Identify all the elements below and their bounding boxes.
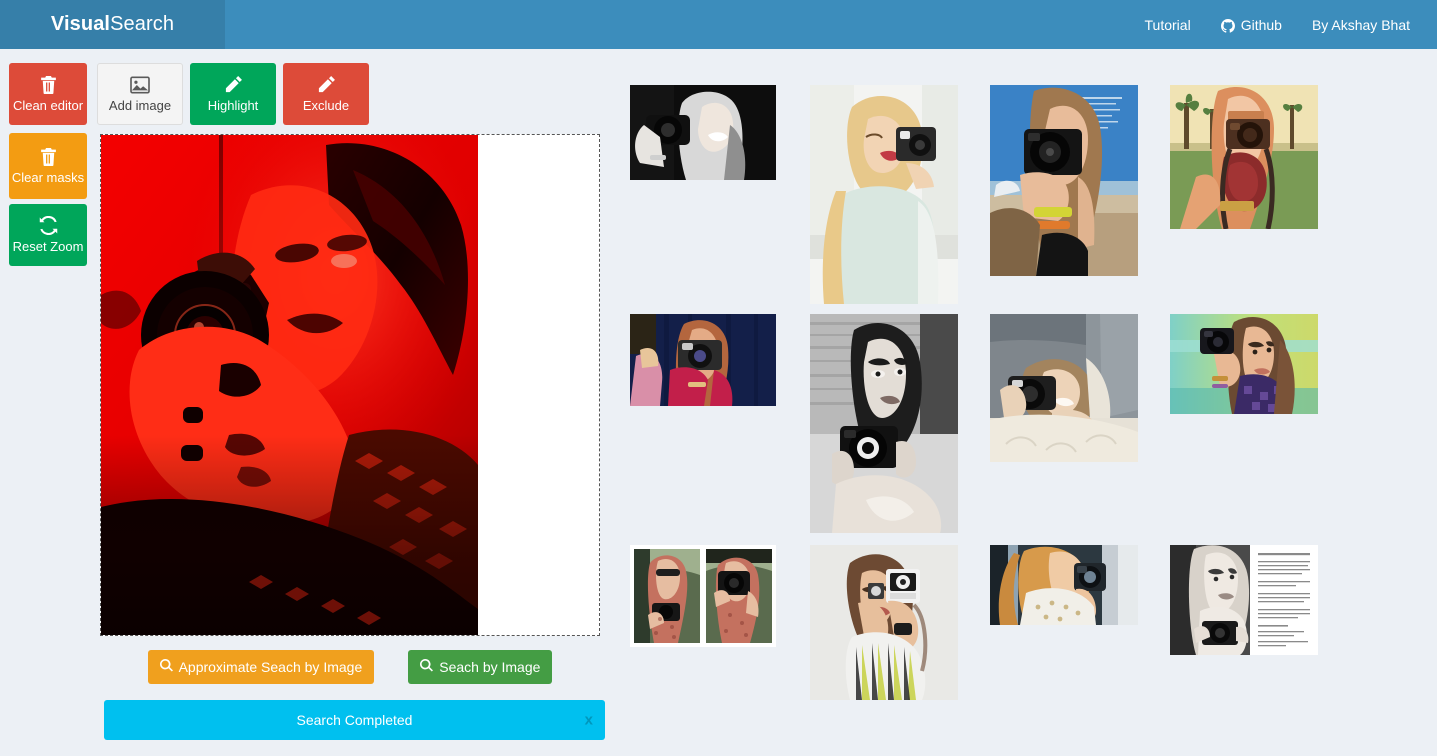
search-icon [420,657,434,677]
results-column [620,85,800,304]
exclude-label: Exclude [302,98,350,113]
result-thumbnail-bw-portrait-woman-with-camera[interactable] [810,314,958,533]
approximate-search-button[interactable]: Approximate Seach by Image [147,650,375,684]
search-actions: Approximate Seach by Image Seach by Imag… [100,650,600,684]
nav-link-tutorial-label: Tutorial [1144,16,1191,33]
result-thumbnail-woman-lying-on-bed-with-camera[interactable] [990,314,1138,462]
masked-photo-graphic [101,135,478,635]
nav-link-github-label: Github [1240,16,1282,33]
brand-text: VisualSearch [51,13,174,36]
nav-link-author-label: By Akshay Bhat [1311,16,1410,33]
result-thumbnail-palm-trees-woman-red-camera-bag[interactable] [1170,85,1318,229]
status-alert: Search Completed x [104,700,605,740]
results-column [1160,85,1340,304]
result-thumbnail-blonde-woman-instant-camera[interactable] [810,85,958,304]
pencil-icon [317,75,336,94]
trash-icon [40,75,57,94]
picture-icon [130,76,150,94]
github-icon [1220,18,1235,33]
refresh-icon [39,215,58,236]
brand-light: Search [110,13,175,35]
result-thumbnail-diptych-woman-in-car-with-camera[interactable] [630,545,776,647]
result-thumbnail-bw-magazine-page-woman-camera[interactable] [1170,545,1318,655]
clear-masks-button[interactable]: Clear masks [9,133,87,199]
clean-editor-button[interactable]: Clean editor [9,63,87,125]
top-navbar: VisualSearch Tutorial Github By Akshay B… [0,0,1437,49]
nav-link-tutorial[interactable]: Tutorial [1130,0,1206,50]
clean-editor-label: Clean editor [12,97,84,113]
reset-zoom-label: Reset Zoom [12,239,84,254]
results-row [620,533,1437,700]
results-column [800,304,980,533]
results-column [800,85,980,304]
search-by-image-button[interactable]: Seach by Image [408,650,553,684]
results-column [980,533,1160,700]
search-by-image-label: Seach by Image [439,659,541,675]
clear-masks-label: Clear masks [11,169,85,185]
highlight-label: Highlight [207,98,259,113]
brand-bold: Visual [50,13,111,35]
search-icon [159,657,173,677]
results-column [1160,304,1340,533]
result-thumbnail-beach-woman-black-camera[interactable] [990,85,1138,276]
approximate-search-label: Approximate Seach by Image [178,659,363,675]
results-column [980,304,1160,533]
nav-link-author[interactable]: By Akshay Bhat [1297,0,1425,50]
search-results-grid [620,49,1437,756]
add-image-button[interactable]: Add image [97,63,183,125]
results-row [620,85,1437,304]
results-column [1160,533,1340,700]
results-row [620,304,1437,533]
highlight-button[interactable]: Highlight [190,63,276,125]
results-column [980,85,1160,304]
exclude-button[interactable]: Exclude [283,63,369,125]
editor-panel: Clean editor Add image Highlight Exclude… [0,49,620,756]
nav-links: Tutorial Github By Akshay Bhat [1130,0,1437,49]
close-icon[interactable]: x [585,712,593,729]
result-thumbnail-bw-smiling-woman-with-dslr[interactable] [630,85,776,180]
nav-link-github[interactable]: Github [1206,0,1297,50]
brand-logo[interactable]: VisualSearch [0,0,225,49]
results-column [620,304,800,533]
reset-zoom-button[interactable]: Reset Zoom [9,204,87,266]
image-editor-canvas[interactable] [100,134,600,636]
trash-icon [40,147,57,166]
results-column [620,533,800,700]
result-thumbnail-woman-striped-dress-polaroid[interactable] [810,545,958,700]
results-column [800,533,980,700]
result-thumbnail-red-dress-woman-film-camera[interactable] [630,314,776,406]
add-image-label: Add image [108,97,172,113]
result-thumbnail-woman-profile-window-camera[interactable] [990,545,1138,625]
result-thumbnail-woman-bikini-beach-camera[interactable] [1170,314,1318,414]
status-alert-message: Search Completed [296,712,413,728]
edited-image-with-red-mask[interactable] [101,135,478,635]
pencil-icon [224,75,243,94]
